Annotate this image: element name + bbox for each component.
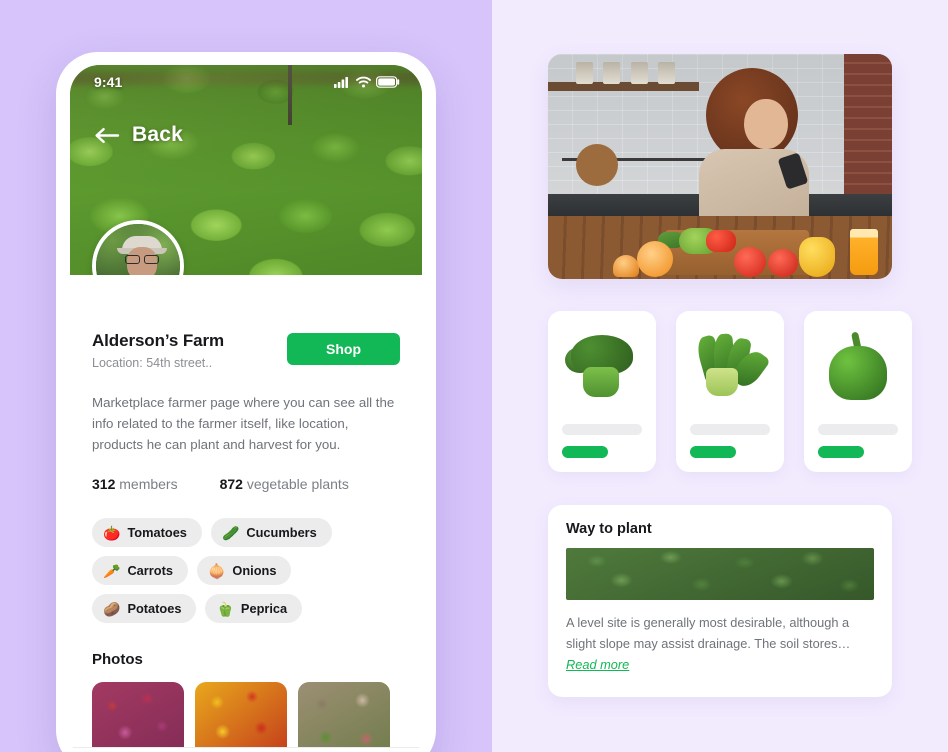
tomato-graphic <box>768 248 799 277</box>
right-showcase-panel: Way to plant A level site is generally m… <box>492 0 948 752</box>
woman-face <box>744 99 789 149</box>
arrow-left-icon <box>95 127 120 143</box>
back-button[interactable]: Back <box>94 123 183 147</box>
chip-cucumbers[interactable]: 🥒 Cucumbers <box>210 518 332 547</box>
kitchen-jar <box>575 62 593 84</box>
product-title-placeholder <box>562 424 642 435</box>
article-title: Way to plant <box>566 521 652 537</box>
product-title-placeholder <box>690 424 770 435</box>
profile-content: Alderson’s Farm Location: 54th street.. … <box>70 275 422 752</box>
article-card-way-to-plant: Way to plant A level site is generally m… <box>548 505 892 697</box>
photo-thumbnail[interactable] <box>195 682 287 752</box>
profile-stats: 312 members 872 vegetable plants <box>92 476 400 492</box>
phone-mockup-frame: 9:41 Back Alderson’s Farm Location: 54th… <box>56 52 436 752</box>
article-body: A level site is generally most desirable… <box>566 612 874 675</box>
carrot-icon: 🥕 <box>103 562 121 579</box>
chip-potatoes[interactable]: 🥔 Potatoes <box>92 594 197 623</box>
status-time: 9:41 <box>94 74 123 90</box>
photo-thumbnail[interactable] <box>298 682 390 752</box>
stat-members-value: 312 <box>92 476 116 492</box>
kitchen-shelf <box>548 82 700 91</box>
battery-icon <box>376 76 400 88</box>
product-title-placeholder <box>818 424 898 435</box>
page-title: Alderson’s Farm <box>92 331 225 350</box>
avatar-glasses <box>125 255 159 264</box>
product-placeholder-lines <box>562 424 642 458</box>
product-image <box>676 325 784 409</box>
hero-image-card <box>548 54 892 279</box>
bell-pepper-icon: 🫑 <box>216 600 234 617</box>
phone-screen: 9:41 Back Alderson’s Farm Location: 54th… <box>70 65 422 752</box>
tomato-graphic <box>733 246 766 277</box>
chip-carrots[interactable]: 🥕 Carrots <box>92 556 188 585</box>
product-card-list <box>548 311 912 472</box>
product-tag-list: 🍅 Tomatoes 🥒 Cucumbers 🥕 Carrots 🧅 Onion… <box>92 518 400 623</box>
green-bell-pepper-icon <box>827 331 889 402</box>
back-button-label: Back <box>132 123 184 146</box>
profile-header-row: Alderson’s Farm Location: 54th street.. … <box>92 275 400 370</box>
status-bar: 9:41 <box>70 65 422 99</box>
kitchen-jar <box>630 62 648 84</box>
photo-thumbnail[interactable] <box>92 682 184 752</box>
product-price-placeholder <box>818 446 865 458</box>
product-price-placeholder <box>690 446 737 458</box>
kitchen-scene-graphic <box>548 54 892 279</box>
broccoli-icon <box>565 333 639 401</box>
chip-label: Peprica <box>240 601 288 616</box>
tomato-icon: 🍅 <box>103 524 121 541</box>
product-image <box>804 325 912 409</box>
photo-gallery <box>92 682 400 752</box>
profile-cover-image: 9:41 Back <box>70 65 422 275</box>
stat-plants-value: 872 <box>219 476 243 492</box>
stat-plants: 872 vegetable plants <box>220 476 349 492</box>
stat-members-label: members <box>119 476 178 492</box>
orange-graphic <box>637 240 674 277</box>
article-body-text: A level site is generally most desirable… <box>566 615 851 651</box>
kitchen-jar <box>658 62 676 84</box>
onion-icon: 🧅 <box>207 562 226 579</box>
product-card-bok-choy[interactable] <box>676 311 784 472</box>
photos-section-title: Photos <box>92 651 143 668</box>
article-image <box>566 548 874 600</box>
chip-label: Tomatoes <box>127 525 187 540</box>
product-image <box>548 325 656 409</box>
product-placeholder-lines <box>818 424 898 458</box>
product-card-broccoli[interactable] <box>548 311 656 472</box>
product-price-placeholder <box>562 446 609 458</box>
profile-identity: Alderson’s Farm Location: 54th street.. <box>92 331 224 370</box>
potato-icon: 🥔 <box>103 600 121 617</box>
stat-members: 312 members <box>92 476 178 492</box>
avatar <box>92 220 184 275</box>
product-card-green-pepper[interactable] <box>804 311 912 472</box>
avatar-wrapper <box>92 220 184 275</box>
kitchen-jar <box>603 62 621 84</box>
shop-button[interactable]: Shop <box>287 333 400 365</box>
read-more-link[interactable]: Read more <box>566 657 629 672</box>
profile-about-text: Marketplace farmer page where you can se… <box>92 395 395 452</box>
kitchen-brick-wall <box>843 54 892 194</box>
signal-icon <box>334 77 348 88</box>
chip-label: Carrots <box>127 563 173 578</box>
chip-label: Potatoes <box>127 601 182 616</box>
stat-plants-label: vegetable plants <box>246 476 349 492</box>
cucumber-icon: 🥒 <box>221 524 240 541</box>
chip-peprica[interactable]: 🫑 Peprica <box>205 594 303 623</box>
profile-location: Location: 54th street.. <box>92 356 213 370</box>
juice-glass-graphic <box>850 228 879 275</box>
chip-label: Cucumbers <box>246 525 317 540</box>
yellow-pepper-graphic <box>799 236 836 277</box>
chip-label: Onions <box>232 563 277 578</box>
red-pepper-graphic <box>706 230 737 252</box>
left-showcase-panel: 9:41 Back Alderson’s Farm Location: 54th… <box>0 0 492 752</box>
bok-choy-icon <box>694 333 771 400</box>
kitchen-cutting-board-round <box>575 144 618 186</box>
chip-onions[interactable]: 🧅 Onions <box>196 556 292 585</box>
chip-tomatoes[interactable]: 🍅 Tomatoes <box>92 518 202 547</box>
status-icon-group <box>334 76 400 88</box>
bottom-navigation-bar <box>70 747 422 752</box>
wifi-icon <box>356 76 371 88</box>
product-placeholder-lines <box>690 424 770 458</box>
